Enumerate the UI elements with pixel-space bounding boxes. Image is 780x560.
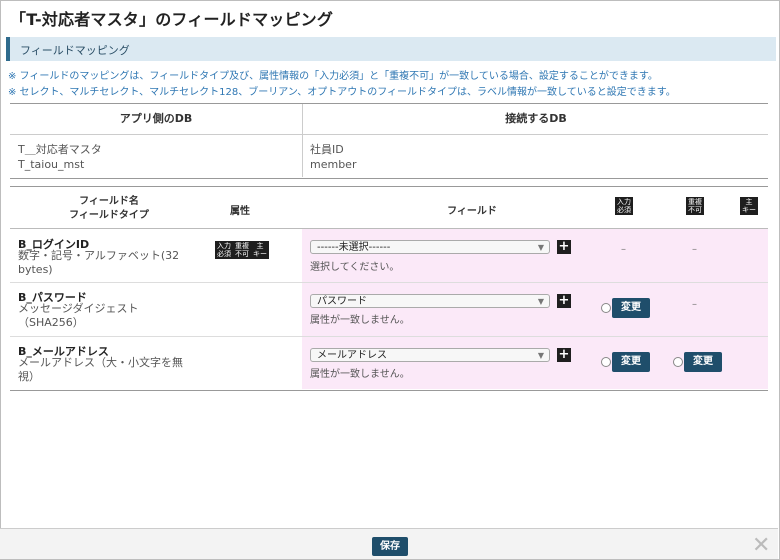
add-field-button[interactable]: +: [557, 240, 571, 254]
change-required-button[interactable]: 変更: [612, 298, 650, 318]
required-radio[interactable]: [601, 303, 611, 313]
required-icon: 入力 必須: [215, 241, 233, 259]
row-field-type: メッセージダイジェスト（SHA256）: [18, 302, 139, 329]
chevron-down-icon: ▼: [537, 297, 544, 306]
conn-db-header: 接続するDB: [302, 104, 769, 134]
header-divider: [10, 228, 768, 229]
field-select[interactable]: メールアドレス ▼: [310, 348, 550, 362]
field-type-header-label: フィールドタイプ: [69, 210, 149, 221]
key-icon: 主キー: [740, 197, 758, 215]
row-hint: 属性が一致しません。: [310, 369, 410, 380]
close-icon[interactable]: ✕: [752, 533, 770, 558]
section-title: フィールドマッピング: [20, 44, 130, 57]
conn-db-code: member: [310, 158, 357, 171]
mapping-table: フィールド名 フィールドタイプ 属性 フィールド 入力 必須 重複 不可 主キー B…: [10, 186, 768, 391]
note-1: ※ フィールドのマッピングは、フィールドタイプ及び、属性情報の「入力必須」と「重…: [8, 71, 658, 82]
db-divider: [302, 134, 303, 177]
required-icon: 入力 必須: [615, 197, 633, 215]
section-header: フィールドマッピング: [6, 37, 776, 61]
row-field-type: メールアドレス（大・小文字を無視）: [18, 356, 183, 383]
row-hint: 属性が一致しません。: [310, 315, 410, 326]
row-divider: [10, 336, 768, 337]
chevron-down-icon: ▼: [537, 351, 544, 360]
change-unique-button[interactable]: 変更: [684, 352, 722, 372]
app-db-name: T＿対応者マスタ: [18, 143, 102, 156]
app-db-header: アプリ側のDB: [119, 112, 193, 125]
row-attr-icons: 入力 必須 重複 不可主キー: [215, 241, 269, 260]
unique-radio[interactable]: [673, 357, 683, 367]
unique-dash: –: [692, 244, 697, 255]
app-db-code: T_taiou_mst: [18, 158, 85, 171]
row-divider: [10, 282, 768, 283]
row-field-type: 数字・記号・アルファベット(32 bytes): [18, 249, 180, 276]
field-name-header: フィールド名 フィールドタイプ: [54, 195, 164, 223]
note-2: ※ セレクト、マルチセレクト、マルチセレクト128、ブーリアン、オプトアウトのフ…: [8, 87, 676, 98]
field-select[interactable]: ------未選択------ ▼: [310, 240, 550, 254]
conn-db-name: 社員ID: [310, 143, 344, 156]
unique-icon: 重複 不可: [233, 241, 251, 259]
db-table-header: アプリ側のDB 接続するDB: [10, 104, 768, 135]
change-required-button[interactable]: 変更: [612, 352, 650, 372]
field-name-header-label: フィールド名: [79, 196, 139, 207]
chevron-down-icon: ▼: [537, 243, 544, 252]
db-table: アプリ側のDB 接続するDB T＿対応者マスタ T_taiou_mst 社員ID…: [10, 103, 768, 179]
add-field-button[interactable]: +: [557, 348, 571, 362]
key-icon: 主キー: [251, 241, 269, 259]
save-button[interactable]: 保存: [372, 537, 408, 556]
unique-icon: 重複 不可: [686, 197, 704, 215]
row-hint: 選択してください。: [310, 262, 400, 273]
field-header: フィールド: [447, 206, 497, 217]
page-title: 「T-対応者マスタ」のフィールドマッピング: [10, 10, 334, 29]
dialog-footer: 保存 ✕: [0, 528, 778, 559]
attr-header: 属性: [230, 206, 250, 217]
required-dash: –: [621, 244, 626, 255]
conn-db-cell: 社員ID member: [310, 142, 356, 172]
app-db-cell: T＿対応者マスタ T_taiou_mst: [18, 142, 102, 172]
unique-dash: –: [692, 299, 697, 310]
add-field-button[interactable]: +: [557, 294, 571, 308]
required-radio[interactable]: [601, 357, 611, 367]
field-select[interactable]: パスワード ▼: [310, 294, 550, 308]
